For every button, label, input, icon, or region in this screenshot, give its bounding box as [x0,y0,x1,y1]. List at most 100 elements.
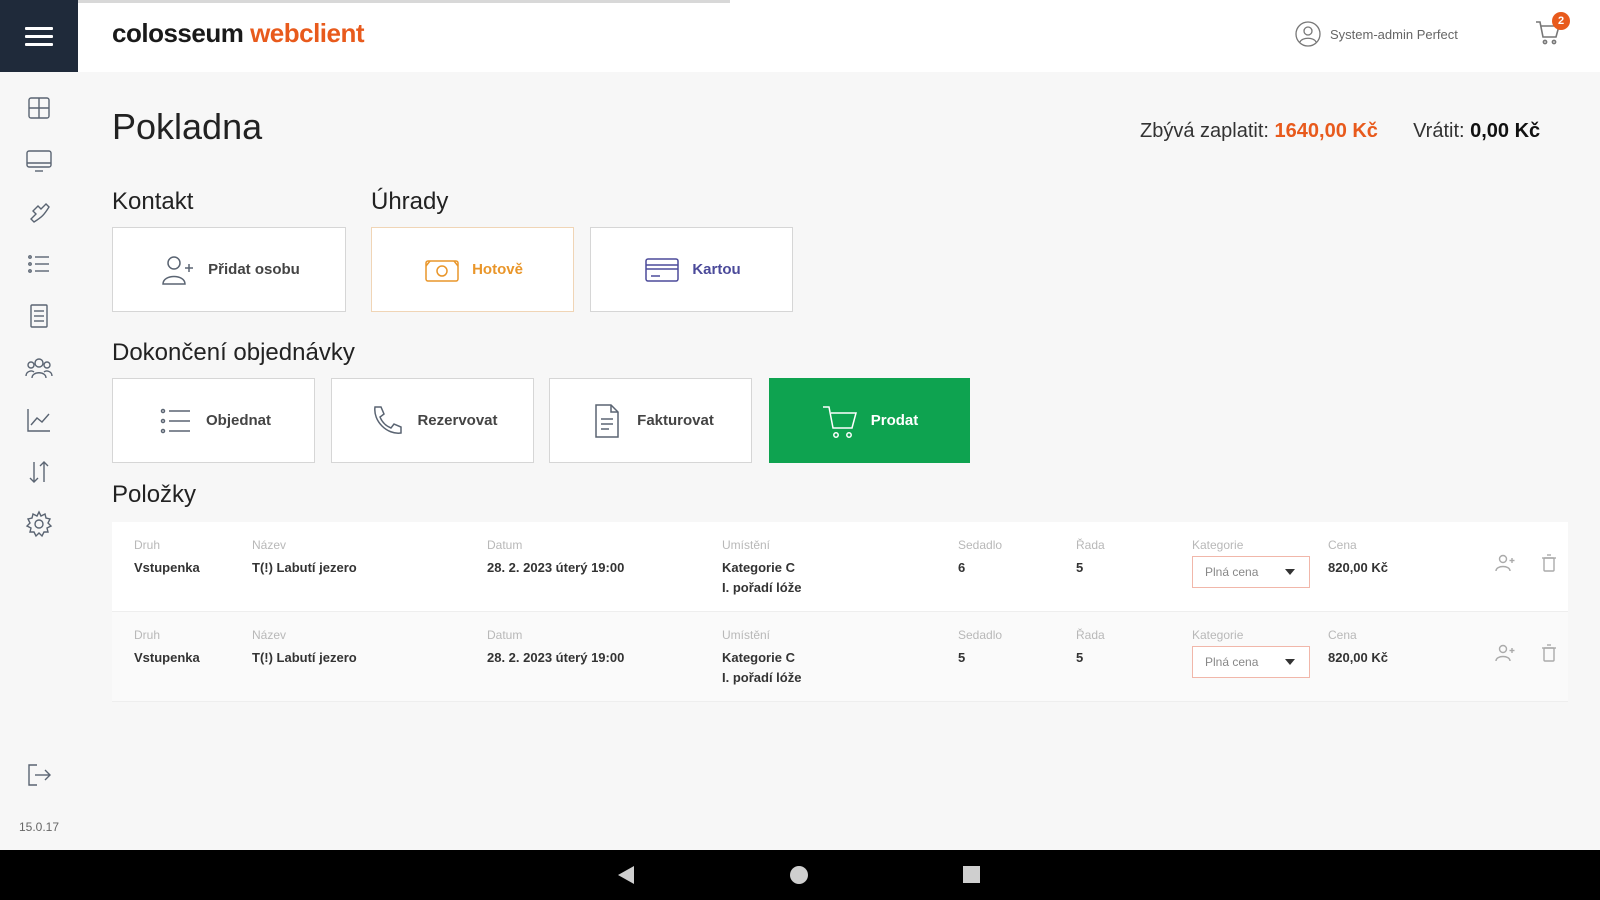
col-label-price: Cena [1328,538,1357,552]
item-date: 28. 2. 2023 úterý 19:00 [487,650,625,665]
invoice-label: Fakturovat [637,412,714,429]
col-label-row: Řada [1076,628,1105,642]
col-label-category: Kategorie [1192,538,1244,552]
cell-price: Cena 820,00 Kč [1328,628,1388,668]
cell-date: Datum 28. 2. 2023 úterý 19:00 [487,628,624,668]
add-person-icon [162,255,194,285]
col-label-type: Druh [134,628,161,642]
item-price: 820,00 Kč [1328,650,1388,665]
hamburger-icon [25,22,53,51]
remaining-value: 1640,00 Kč [1274,120,1378,142]
phone-icon [30,203,50,223]
delete-item-button[interactable] [1538,552,1562,576]
category-select[interactable]: Plná cena [1192,556,1310,588]
return-label: Vrátit: [1413,120,1465,142]
app-logo[interactable]: colosseum webclient [112,18,365,49]
assign-person-button[interactable] [1494,552,1518,576]
col-label-category: Kategorie [1192,628,1244,642]
payment-summary: Zbývá zaplatit: 1640,00 Kč Vrátit: 0,00 … [1140,120,1540,143]
item-name: T(!) Labutí jezero [252,650,357,665]
items-list: Druh Vstupenka Název T(!) Labutí jezero … [112,522,1568,702]
monitor-icon [26,150,52,172]
cash-icon [425,259,459,282]
cell-row: Řada 5 [1076,538,1105,578]
pay-card-button[interactable]: Kartou [590,227,793,312]
cell-type: Druh Vstupenka [134,538,200,578]
section-finish-order: Dokončení objednávky [112,339,355,366]
hamburger-menu-button[interactable] [0,0,78,72]
col-label-seat: Sedadlo [958,538,1003,552]
trash-icon [1542,644,1556,662]
col-label-price: Cena [1328,628,1357,642]
sidebar-item-phone[interactable] [0,186,78,238]
sidebar-item-dashboard[interactable] [0,82,78,134]
item-type: Vstupenka [134,560,200,575]
list-icon [28,255,49,273]
col-label-type: Druh [134,538,161,552]
user-circle-icon [1295,21,1321,47]
chevron-down-icon [1285,659,1295,665]
cart-button[interactable]: 2 [1534,12,1570,54]
col-label-name: Název [252,538,287,552]
col-label-location: Umístění [722,538,771,552]
sidebar-item-people[interactable] [0,342,78,394]
col-label-date: Datum [487,538,523,552]
people-icon [25,358,53,379]
gear-icon [25,510,53,538]
reserve-label: Rezervovat [417,412,498,429]
invoice-icon [595,403,619,438]
assign-person-button[interactable] [1494,642,1518,666]
item-location-line2: I. pořadí lóže [722,580,802,595]
category-select[interactable]: Plná cena [1192,646,1310,678]
back-icon[interactable] [618,866,634,884]
item-location-line2: I. pořadí lóže [722,670,802,685]
page-title: Pokladna [112,106,263,147]
sell-button[interactable]: Prodat [769,378,970,463]
category-select-value: Plná cena [1205,565,1259,579]
user-menu[interactable]: System-admin Perfect [1294,20,1458,48]
trash-icon [1542,554,1556,572]
cell-location: Umístění Kategorie C I. pořadí lóže [722,628,801,688]
item-row: Druh Vstupenka Název T(!) Labutí jezero … [112,522,1568,612]
item-price: 820,00 Kč [1328,560,1388,575]
cell-location: Umístění Kategorie C I. pořadí lóže [722,538,801,598]
category-select-value: Plná cena [1205,655,1259,669]
pay-cash-label: Hotově [472,261,523,278]
order-button[interactable]: Objednat [112,378,315,463]
app-version: 15.0.17 [18,820,60,834]
item-name: T(!) Labutí jezero [252,560,357,575]
add-person-button[interactable]: Přidat osobu [112,227,346,312]
recent-apps-icon[interactable] [963,866,980,883]
delete-item-button[interactable] [1538,642,1562,666]
sidebar-item-list[interactable] [0,238,78,290]
pay-cash-button[interactable]: Hotově [371,227,574,312]
add-person-label: Přidat osobu [208,261,300,278]
item-seat: 6 [958,560,966,575]
list-icon [160,408,190,433]
col-label-location: Umístění [722,628,771,642]
sidebar-item-monitor[interactable] [0,134,78,186]
sidebar-item-sort[interactable] [0,446,78,498]
document-icon [30,304,48,328]
sell-label: Prodat [870,412,919,429]
invoice-button[interactable]: Fakturovat [549,378,752,463]
item-row-number: 5 [1076,650,1084,665]
chevron-down-icon [1285,569,1295,575]
section-payments: Úhrady [371,188,449,215]
logout-button[interactable] [0,750,78,800]
sort-icon [29,461,49,483]
phone-icon [374,405,403,434]
cell-price: Cena 820,00 Kč [1328,538,1388,578]
logo-text-colosseum: colosseum [112,18,244,48]
cell-seat: Sedadlo 6 [958,538,1002,578]
sidebar-item-settings[interactable] [0,498,78,550]
item-location-line1: Kategorie C [722,560,795,575]
sidebar-item-chart[interactable] [0,394,78,446]
cell-seat: Sedadlo 5 [958,628,1002,668]
reserve-button[interactable]: Rezervovat [331,378,534,463]
credit-card-icon [645,257,680,282]
cell-date: Datum 28. 2. 2023 úterý 19:00 [487,538,624,578]
return-value: 0,00 Kč [1470,120,1541,142]
home-icon[interactable] [790,866,808,884]
sidebar-item-document[interactable] [0,290,78,342]
